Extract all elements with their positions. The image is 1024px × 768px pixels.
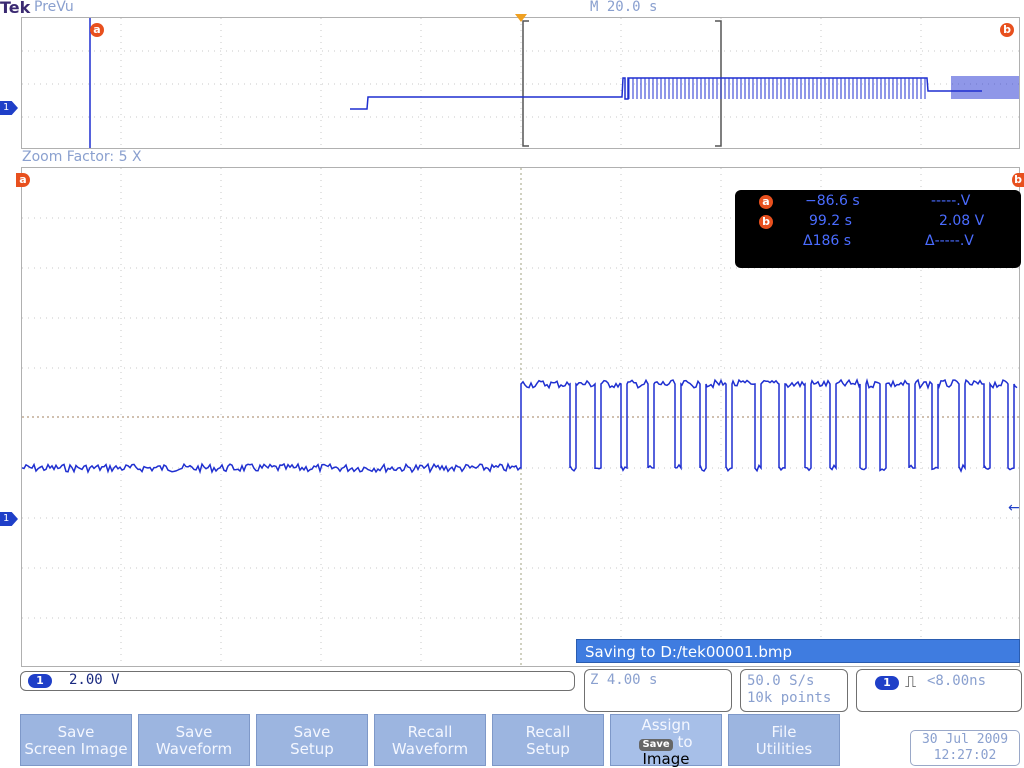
channel1-scale-box[interactable]: 1 2.00 V <box>20 671 575 691</box>
readout-delta-volts: Δ-----.V <box>925 233 974 249</box>
save-screen-image-button[interactable]: Save Screen Image <box>20 714 132 766</box>
channel1-scale: 2.00 V <box>69 672 120 688</box>
trigger-channel-badge: 1 <box>875 676 899 690</box>
save-setup-button[interactable]: Save Setup <box>256 714 368 766</box>
readout-cursor-b-badge: b <box>759 215 773 229</box>
saving-message: Saving to D:/tek00001.bmp <box>576 639 1020 663</box>
recall-setup-button[interactable]: Recall Setup <box>492 714 604 766</box>
zoom-cursor-a-badge[interactable]: a <box>16 173 30 187</box>
zoom-trace <box>22 378 1018 475</box>
date-text: 30 Jul 2009 <box>921 732 1009 747</box>
brand-logo: Tek <box>0 0 31 17</box>
channel1-badge: 1 <box>28 674 52 688</box>
zoom-cursor-b-badge[interactable]: b <box>1012 173 1024 187</box>
readout-b-volts: 2.08 V <box>939 213 985 229</box>
acquisition-box[interactable]: 50.0 S/s 10k points <box>740 669 848 712</box>
trigger-position-icon[interactable] <box>515 14 527 22</box>
cursor-readout-panel: a −86.6 s -----.V b 99.2 s 2.08 V Δ186 s… <box>735 190 1021 268</box>
preview-channel1-marker[interactable]: 1 <box>0 101 18 115</box>
readout-delta-time: Δ186 s <box>803 233 852 249</box>
save-waveform-button[interactable]: Save Waveform <box>138 714 250 766</box>
assign-save-to-image-button[interactable]: Assign Save to Image <box>610 714 722 768</box>
preview-waveform-svg <box>22 18 1019 148</box>
time-text: 12:27:02 <box>933 748 997 763</box>
zoom-scale: Z 4.00 s <box>590 672 658 688</box>
pulse-width-trigger-icon: ⎍ <box>905 672 917 691</box>
main-timebase-label: M 20.0 s <box>590 0 658 15</box>
zoom-scale-box[interactable]: Z 4.00 s <box>584 669 732 712</box>
readout-a-time: −86.6 s <box>805 193 860 209</box>
zoom-channel1-marker[interactable]: 1 <box>0 512 18 526</box>
zoom-factor-label: Zoom Factor: 5 X <box>22 149 142 165</box>
recall-waveform-button[interactable]: Recall Waveform <box>374 714 486 766</box>
record-length: 10k points <box>747 690 832 706</box>
preview-window[interactable] <box>21 17 1020 149</box>
preview-cursor-b-badge[interactable]: b <box>1000 23 1014 37</box>
preview-dense-trace <box>628 76 1019 99</box>
mode-label: PreVu <box>34 0 74 15</box>
sample-rate: 50.0 S/s <box>747 673 815 689</box>
readout-cursor-a-badge: a <box>759 195 773 209</box>
preview-trace <box>350 77 982 110</box>
preview-cursor-a-badge[interactable]: a <box>90 23 104 37</box>
trigger-value: <8.00ns <box>927 673 987 689</box>
datetime-display: 30 Jul 2009 12:27:02 <box>910 730 1020 766</box>
offscreen-arrow-icon: ← <box>1008 500 1020 516</box>
trigger-box[interactable]: 1 ⎍ <8.00ns <box>856 669 1022 712</box>
readout-a-volts: -----.V <box>931 193 971 209</box>
file-utilities-button[interactable]: File Utilities <box>728 714 840 766</box>
readout-b-time: 99.2 s <box>809 213 852 229</box>
